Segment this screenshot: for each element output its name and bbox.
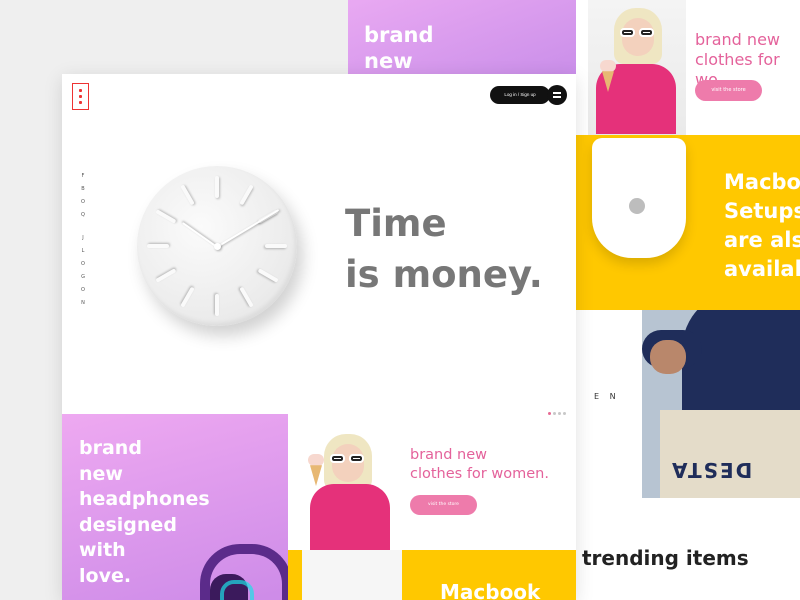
clock-tick-mark: [215, 176, 219, 198]
product-card: [302, 550, 402, 600]
tote-bag-photo: DESTA: [642, 310, 800, 498]
tote-bag-print: DESTA: [670, 458, 753, 482]
clock-hub: [214, 243, 221, 250]
headphones-panel: brand new headphones designed with love.: [62, 414, 288, 600]
background-visit-store-button[interactable]: visit the store: [695, 80, 762, 101]
login-signup-button[interactable]: Log in / Sign up: [490, 86, 550, 104]
model-photo: [304, 424, 394, 550]
foreground-page: Log in / Sign up F B O Q J L O G O N Tim…: [62, 74, 576, 600]
hero-title-line2: is money.: [345, 253, 543, 296]
side-nav-letter[interactable]: O: [80, 284, 86, 297]
clock-tick-mark: [155, 268, 177, 283]
background-model-photo: [588, 0, 686, 135]
background-brand-letters: E N: [594, 392, 620, 401]
slider-dot[interactable]: [558, 412, 561, 415]
side-nav-letter[interactable]: O: [80, 258, 86, 271]
clock-tick-mark: [265, 244, 287, 248]
slider-dot[interactable]: [563, 412, 566, 415]
model-face: [332, 444, 364, 482]
menu-icon[interactable]: [547, 85, 567, 105]
clock-tick-mark: [180, 184, 195, 206]
ice-cream-scoop: [308, 454, 324, 466]
background-yellow-text: Macbo Setups are als availab: [724, 170, 800, 281]
model-body: [310, 484, 390, 550]
logo-icon[interactable]: [72, 83, 89, 110]
model-sunglasses: [620, 28, 656, 37]
apple-logo-icon: [629, 198, 645, 214]
hand: [650, 340, 686, 374]
clock-tick-mark: [239, 184, 254, 206]
macbook-panel: Macbook: [402, 550, 576, 600]
slider-dots: [548, 400, 568, 419]
side-nav-letter[interactable]: G: [80, 271, 86, 284]
model-face: [622, 18, 654, 56]
trending-heading: trending items: [582, 546, 749, 570]
clock-tick-mark: [155, 209, 177, 224]
headphones-panel-text: brand new headphones designed with love.: [79, 437, 210, 587]
side-nav-letter[interactable]: J: [80, 232, 86, 245]
clock-tick-mark: [180, 286, 195, 308]
side-nav-letter[interactable]: O: [80, 196, 86, 209]
clock-tick-mark: [257, 268, 279, 283]
slider-dot[interactable]: [548, 412, 551, 415]
background-purple-text: brand new: [364, 23, 434, 73]
side-nav-letter[interactable]: Q: [80, 209, 86, 222]
promo-title: brand new clothes for women.: [410, 447, 549, 482]
clock-hour-hand: [182, 222, 218, 248]
macbook-panel-text: Macbook: [440, 580, 541, 600]
side-nav-letter[interactable]: B: [80, 183, 86, 196]
slider-dot[interactable]: [553, 412, 556, 415]
hero-title-line1: Time: [345, 202, 447, 245]
clock-tick-mark: [147, 244, 169, 248]
clock-minute-hand: [216, 209, 280, 248]
headphones-ring: [220, 580, 254, 600]
side-nav-letter[interactable]: L: [80, 245, 86, 258]
model-sunglasses: [330, 454, 366, 463]
tote-bag: [660, 410, 800, 498]
side-nav: F B O Q J L O G O N: [80, 170, 86, 310]
wall-clock-image: [137, 166, 297, 326]
clock-tick-mark: [239, 286, 254, 308]
clock-tick-mark: [215, 294, 219, 316]
side-nav-letter[interactable]: N: [80, 297, 86, 310]
hero-title: Time is money.: [345, 198, 565, 300]
ice-cream-scoop: [600, 60, 616, 72]
visit-store-button[interactable]: visit the store: [410, 495, 477, 515]
side-nav-letter[interactable]: F: [80, 170, 86, 183]
yellow-strip: [288, 550, 302, 600]
